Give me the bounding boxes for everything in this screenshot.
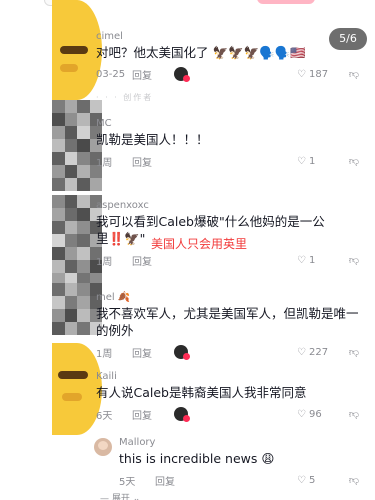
emoji-sticker-top bbox=[52, 0, 102, 100]
like-button[interactable]: ♡ 5 bbox=[297, 475, 339, 486]
comment-text: 凯勒是美国人！！！ bbox=[96, 132, 209, 147]
faded-row: · · · 创作者 bbox=[96, 93, 154, 102]
emoji-eye bbox=[62, 393, 82, 401]
emoji-eye bbox=[58, 371, 88, 379]
pixelated-image bbox=[52, 283, 102, 343]
comment-text: 对吧？他太美国化了 🦅🦅🦅🗣️🗣️🇺🇸 bbox=[96, 45, 306, 60]
comment-text: this is incredible news 😩 bbox=[119, 451, 275, 466]
comment-meta: 6天 回复 ♡ 96 👎︎ bbox=[96, 405, 361, 423]
like-count: 1 bbox=[308, 254, 316, 266]
heart-icon: ♡ bbox=[297, 254, 306, 266]
comment-meta: 1周 回复 ♡ 1 👎︎ bbox=[96, 152, 361, 170]
comment-time: 1周 bbox=[96, 348, 113, 360]
reply-button[interactable]: 回复 bbox=[132, 253, 168, 268]
comment-username[interactable]: cimel bbox=[96, 30, 361, 44]
avatar[interactable] bbox=[94, 438, 112, 456]
emoji-eye bbox=[60, 46, 88, 54]
heart-icon: ♡ bbox=[297, 346, 306, 358]
comment-time: 1周 bbox=[96, 157, 113, 169]
like-button[interactable]: ♡ 187 bbox=[297, 69, 339, 80]
overlay-annotation: 美国人只会用英里 bbox=[151, 237, 248, 251]
comment-item: Kaili 有人说Caleb是韩裔美国人我非常同意 6天 回复 ♡ 96 👎︎ bbox=[96, 370, 361, 423]
like-count: 227 bbox=[308, 346, 329, 358]
top-follow-stub bbox=[257, 0, 315, 4]
comment-username[interactable]: MC bbox=[96, 117, 361, 131]
like-button[interactable]: ♡ 1 bbox=[297, 156, 339, 167]
comment-time: 5天 bbox=[119, 476, 136, 488]
comment-time: 03-25 bbox=[96, 68, 126, 80]
like-button[interactable]: ♡ 1 bbox=[297, 255, 339, 266]
heart-icon: ♡ bbox=[297, 474, 306, 486]
expand-replies[interactable]: — 展开 ⌄ bbox=[100, 491, 140, 500]
heart-icon: ♡ bbox=[297, 68, 306, 80]
reply-button[interactable]: 回复 bbox=[132, 345, 168, 360]
comment-username[interactable]: mel 🍂 bbox=[96, 291, 361, 305]
dislike-icon[interactable]: 👎︎ bbox=[347, 68, 361, 80]
like-button[interactable]: ♡ 227 bbox=[297, 347, 339, 358]
comment-username[interactable]: Kaili bbox=[96, 370, 361, 384]
like-button[interactable]: ♡ 96 bbox=[297, 409, 339, 420]
pixelated-image bbox=[52, 100, 102, 195]
dislike-icon[interactable]: 👎︎ bbox=[347, 254, 361, 266]
comment-username[interactable]: aspenxoxc bbox=[96, 199, 361, 213]
comment-text: 我不喜欢军人，尤其是美国军人，但凯勒是唯一的例外 bbox=[96, 306, 359, 338]
comment-meta: 03-25 回复 ♡ 187 👎︎ bbox=[96, 65, 361, 83]
comment-meta: 5天 回复 ♡ 5 👎︎ bbox=[119, 471, 361, 489]
pixelated-image bbox=[52, 195, 102, 283]
comment-item: mel 🍂 我不喜欢军人，尤其是美国军人，但凯勒是唯一的例外 1周 回复 ♡ 22… bbox=[96, 291, 361, 361]
comment-meta: 1周 回复 ♡ 1 👎︎ bbox=[96, 251, 361, 269]
reply-button[interactable]: 回复 bbox=[155, 473, 191, 488]
dislike-icon[interactable]: 👎︎ bbox=[347, 474, 361, 486]
reply-button[interactable]: 回复 bbox=[132, 67, 168, 82]
like-count: 5 bbox=[308, 474, 316, 486]
creator-liked-avatar bbox=[174, 345, 190, 360]
comment-username[interactable]: Mallory bbox=[119, 436, 361, 450]
like-count: 1 bbox=[308, 155, 316, 167]
reply-button[interactable]: 回复 bbox=[132, 407, 168, 422]
heart-icon: ♡ bbox=[297, 155, 306, 167]
reply-button[interactable]: 回复 bbox=[132, 154, 168, 169]
comment-item: MC 凯勒是美国人！！！ 1周 回复 ♡ 1 👎︎ bbox=[96, 117, 361, 170]
comment-time: 1周 bbox=[96, 256, 113, 268]
like-count: 96 bbox=[308, 408, 322, 420]
reply-item: Mallory this is incredible news 😩 5天 回复 … bbox=[119, 436, 361, 489]
comment-item: aspenxoxc 我可以看到Caleb爆破"什么他妈的是一公里‼️🦅" 1周 … bbox=[96, 199, 361, 269]
emoji-sticker-bottom bbox=[52, 343, 102, 435]
dislike-icon[interactable]: 👎︎ bbox=[347, 346, 361, 358]
comment-meta: 1周 回复 ♡ 227 👎︎ bbox=[96, 343, 361, 361]
emoji-eye bbox=[60, 64, 78, 72]
dislike-icon[interactable]: 👎︎ bbox=[347, 408, 361, 420]
comment-text: 有人说Caleb是韩裔美国人我非常同意 bbox=[96, 385, 307, 400]
comment-item: cimel 对吧？他太美国化了 🦅🦅🦅🗣️🗣️🇺🇸 03-25 回复 ♡ 187 … bbox=[96, 30, 361, 83]
dislike-icon[interactable]: 👎︎ bbox=[347, 155, 361, 167]
like-count: 187 bbox=[308, 68, 329, 80]
comment-time: 6天 bbox=[96, 410, 113, 422]
creator-liked-avatar bbox=[174, 407, 190, 422]
creator-liked-avatar bbox=[174, 67, 190, 82]
heart-icon: ♡ bbox=[297, 408, 306, 420]
